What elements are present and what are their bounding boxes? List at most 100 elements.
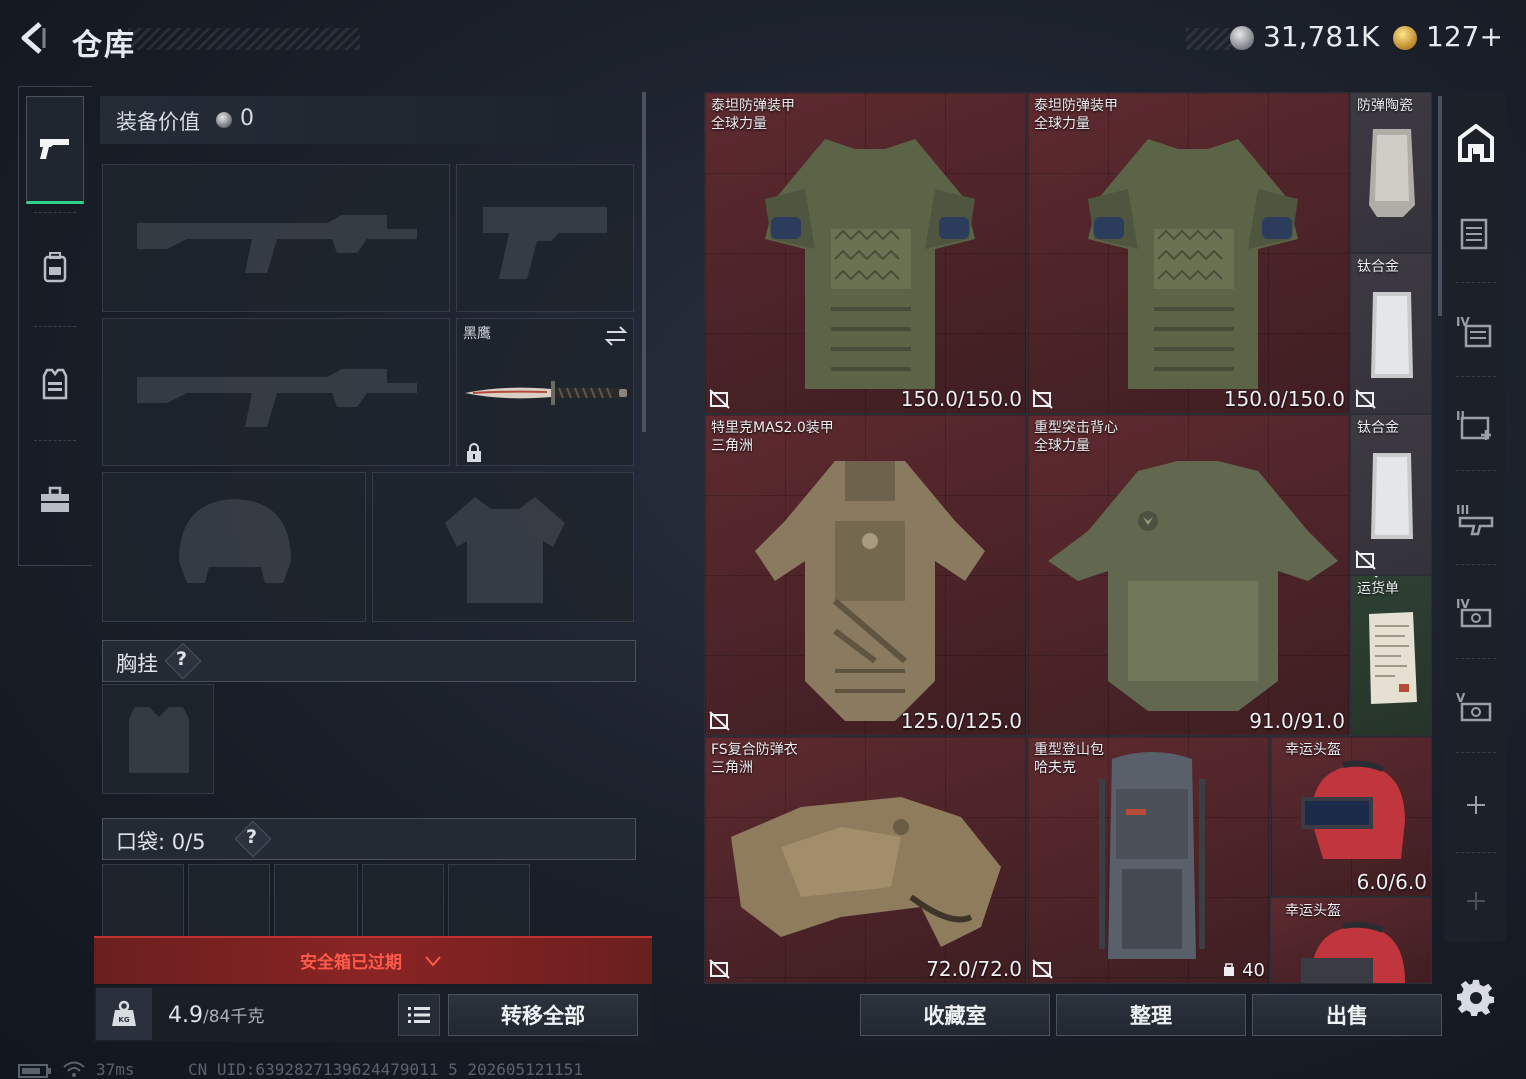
storage-tab-2[interactable]	[1448, 190, 1504, 280]
storage-item-titanium-plate[interactable]: 钛合金	[1350, 414, 1432, 575]
storage-tab-3[interactable]: IV	[1448, 286, 1504, 376]
armor-silhouette-icon	[445, 497, 565, 603]
iii-armor-icon: III	[1456, 503, 1494, 536]
chest-rig-label: 胸挂	[116, 652, 158, 676]
armor-plate-icon	[1460, 218, 1488, 250]
plus-faded-icon	[1467, 892, 1485, 910]
storage-tab-4[interactable]: II	[1448, 380, 1504, 470]
silver-coin-icon	[1230, 26, 1254, 50]
pockets-label: 口袋: 0/5	[116, 830, 206, 854]
pocket-slot[interactable]	[362, 864, 444, 938]
helmet-item-image	[1301, 921, 1405, 983]
storage-item-lucky-helmet[interactable]: 幸运头盔 6.0/6.0	[1270, 736, 1432, 897]
weight-current: 4.9	[168, 1003, 203, 1028]
storage-item-fs-armor[interactable]: FS复合防弹衣 三角洲 72.0/72.0	[704, 736, 1027, 984]
item-durability: 125.0/125.0	[900, 709, 1022, 733]
chest-rig-slot[interactable]	[102, 684, 214, 794]
pocket-slot[interactable]	[448, 864, 530, 938]
plate-item-image	[1369, 129, 1415, 217]
safebox-status[interactable]: 安全箱已过期	[300, 948, 402, 973]
storage-home-tab[interactable]	[1448, 98, 1504, 188]
backpack-icon	[43, 252, 67, 283]
add-storage-tab-disabled	[1448, 856, 1504, 946]
storage-item-titan-armor[interactable]: 泰坦防弹装甲 全球力量 150.0/150.0	[704, 92, 1027, 414]
chest-rig-tab[interactable]	[26, 330, 84, 438]
silver-coin-icon	[216, 112, 232, 128]
armor-item-image	[765, 139, 975, 389]
list-view-button[interactable]	[398, 994, 440, 1036]
vest-silhouette-icon	[129, 707, 189, 773]
item-name: 重型突击背心 全球力量	[1034, 420, 1118, 454]
storage-item-titan-armor[interactable]: 泰坦防弹装甲 全球力量 150.0/150.0	[1027, 92, 1350, 414]
weapons-tab[interactable]	[26, 96, 84, 204]
storage-item-lucky-helmet[interactable]: 幸运头盔	[1270, 897, 1432, 984]
backpack-tab[interactable]	[26, 214, 84, 322]
storage-tab-7[interactable]: V	[1448, 662, 1504, 752]
collection-room-button[interactable]: 收藏室	[860, 994, 1050, 1036]
bag-icon	[1224, 963, 1235, 976]
storage-item-titanium-plate[interactable]: 钛合金	[1350, 253, 1432, 414]
storage-scrollbar[interactable]	[1438, 96, 1442, 316]
vest-item-image	[1048, 461, 1338, 711]
no-trade-icon	[1355, 550, 1376, 570]
back-arrow-icon[interactable]	[14, 18, 54, 58]
chest-rig-help: ?	[176, 648, 188, 670]
nav-divider	[1456, 852, 1496, 853]
add-storage-tab[interactable]	[1448, 760, 1504, 850]
storage-item-heavy-backpack[interactable]: 重型登山包 哈夫克 40	[1027, 736, 1270, 984]
item-name: 钛合金	[1357, 420, 1399, 436]
pocket-slot[interactable]	[188, 864, 270, 938]
swap-icon[interactable]	[603, 325, 629, 347]
primary-weapon-slot[interactable]	[102, 164, 450, 312]
equipment-value-label: 装备价值	[116, 110, 200, 134]
item-durability: 6.0/6.0	[1356, 870, 1427, 894]
storage-tab-6[interactable]: IV	[1448, 568, 1504, 658]
pistol-slot[interactable]	[456, 164, 634, 312]
toolbox-tab[interactable]	[26, 446, 84, 554]
item-name: 泰坦防弹装甲 全球力量	[1034, 98, 1118, 132]
rifle-silhouette-icon	[137, 215, 417, 273]
melee-slot[interactable]: 黑鹰	[456, 318, 634, 466]
storage-item-waybill[interactable]: 运货单	[1350, 575, 1432, 736]
wifi-icon	[63, 1061, 85, 1077]
storage-item-ceramic-plate[interactable]: 防弹陶瓷	[1350, 92, 1432, 253]
armor-item-image	[1088, 139, 1298, 389]
helmet-slot[interactable]	[102, 472, 366, 622]
briefcase-icon	[41, 486, 69, 512]
pistol-icon	[40, 139, 69, 159]
organize-button[interactable]: 整理	[1056, 994, 1246, 1036]
weight-max: /84千克	[203, 1007, 265, 1027]
secondary-weapon-slot[interactable]	[102, 318, 450, 466]
svg-text:III: III	[1456, 503, 1469, 517]
chevron-down-icon[interactable]	[424, 954, 442, 968]
armor-item-image	[755, 461, 985, 721]
nav-divider	[1456, 470, 1496, 471]
nav-divider	[1456, 564, 1496, 565]
item-durability: 150.0/150.0	[1223, 387, 1345, 411]
item-name: 运货单	[1357, 581, 1399, 597]
item-durability: 91.0/91.0	[1249, 709, 1345, 733]
item-durability: 150.0/150.0	[900, 387, 1022, 411]
plate-item-image	[1371, 453, 1413, 539]
gear-icon[interactable]	[1456, 978, 1496, 1018]
sell-button[interactable]: 出售	[1252, 994, 1442, 1036]
melee-name: 黑鹰	[463, 326, 491, 342]
pocket-slot[interactable]	[102, 864, 184, 938]
nav-divider	[1456, 752, 1496, 753]
storage-tab-5[interactable]: III	[1448, 474, 1504, 564]
battery-icon	[18, 1064, 51, 1078]
helmet-silhouette-icon	[179, 499, 291, 583]
body-armor-slot[interactable]	[372, 472, 634, 622]
vest-icon	[42, 368, 68, 400]
no-trade-icon	[709, 389, 730, 409]
weight-icon: KG	[112, 1000, 136, 1026]
pocket-slot[interactable]	[274, 864, 358, 938]
storage-item-heavy-assault-vest[interactable]: 重型突击背心 全球力量 91.0/91.0	[1027, 414, 1350, 736]
nav-divider	[1456, 282, 1496, 283]
equipment-scrollbar[interactable]	[642, 92, 646, 432]
gold-amount[interactable]: 127+	[1426, 20, 1503, 53]
transfer-all-button[interactable]: 转移全部	[448, 994, 638, 1036]
armor-item-image	[731, 797, 1001, 947]
storage-item-mas-armor[interactable]: 特里克MAS2.0装甲 三角洲 125.0/125.0	[704, 414, 1027, 736]
nav-divider	[34, 326, 76, 327]
